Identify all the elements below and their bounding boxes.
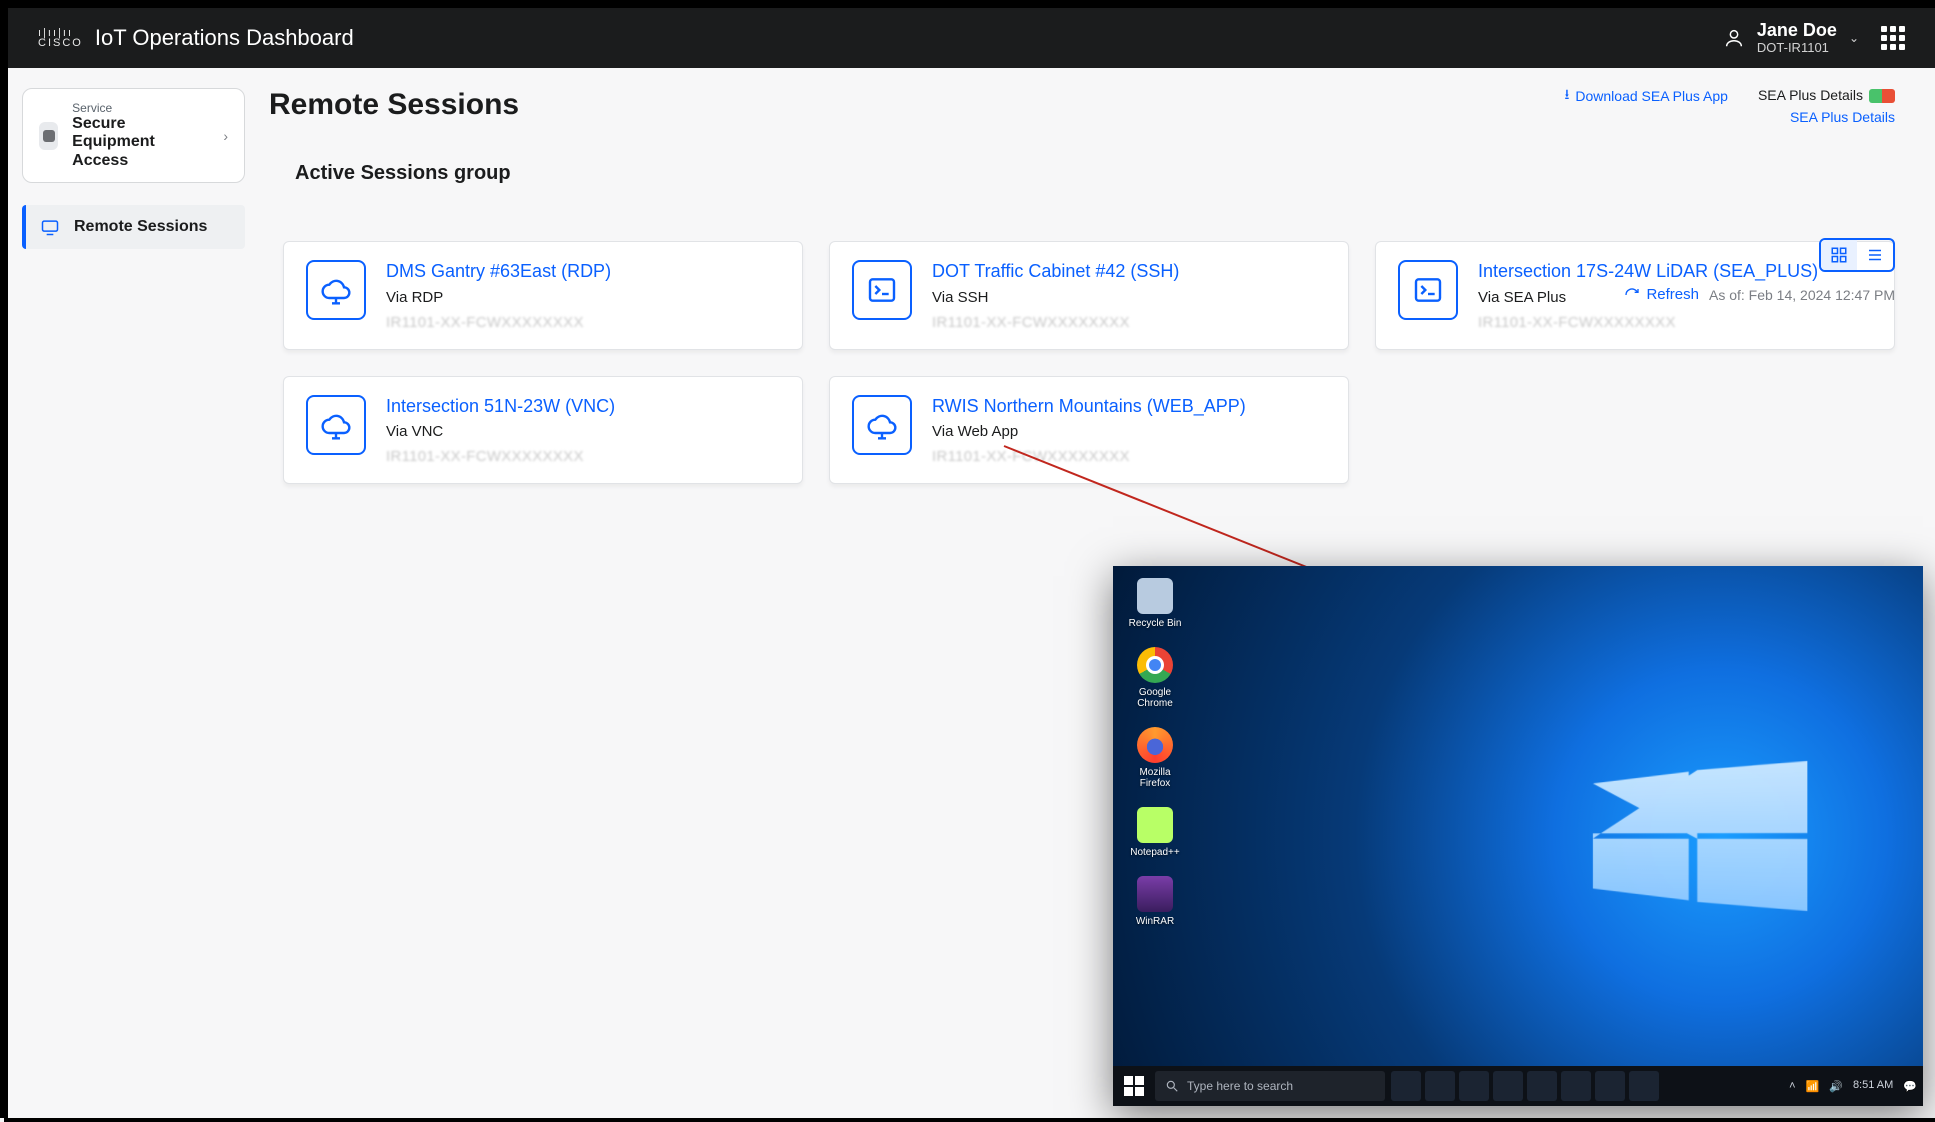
taskbar-pin[interactable] <box>1595 1071 1625 1101</box>
service-label: Service <box>72 101 209 115</box>
view-toggle <box>1819 238 1895 272</box>
session-type-icon <box>306 260 366 320</box>
desktop-icon-label: Notepad++ <box>1130 847 1180 858</box>
grid-view-button[interactable] <box>1821 240 1857 270</box>
refresh-icon <box>1624 287 1640 303</box>
session-via: Via SSH <box>932 289 1179 306</box>
list-view-button[interactable] <box>1857 240 1893 270</box>
desktop-icon-label: Google Chrome <box>1125 687 1185 709</box>
chevron-right-icon: › <box>223 128 228 144</box>
tray-notifications-icon[interactable]: 💬 <box>1903 1080 1917 1093</box>
session-via: Via VNC <box>386 423 615 440</box>
session-card[interactable]: DOT Traffic Cabinet #42 (SSH) Via SSH IR11… <box>829 241 1349 350</box>
session-id: IR1101-XX-FCWXXXXXXXX <box>1478 314 1818 331</box>
tray-caret-icon: ˄ <box>1789 1080 1795 1092</box>
desktop-app-icon <box>1137 876 1173 912</box>
session-title[interactable]: Intersection 51N-23W (VNC) <box>386 395 615 418</box>
user-menu[interactable]: Jane Doe DOT-IR1101 ⌄ <box>1723 20 1859 56</box>
session-id: IR1101-XX-FCWXXXXXXXX <box>386 448 615 465</box>
download-sea-plus-link[interactable]: ⭳ Download SEA Plus App <box>1564 84 1727 108</box>
timestamp: As of: Feb 14, 2024 12:47 PM <box>1709 287 1895 303</box>
top-bar: ı|ıı|ııCISCO IoT Operations Dashboard Ja… <box>8 8 1935 68</box>
sidebar-item-remote-sessions[interactable]: Remote Sessions <box>22 205 245 249</box>
desktop-icon-label: WinRAR <box>1136 916 1174 927</box>
taskbar-pin[interactable] <box>1629 1071 1659 1101</box>
taskbar-search[interactable]: Type here to search <box>1155 1071 1385 1101</box>
session-card[interactable]: RWIS Northern Mountains (WEB_APP) Via Web… <box>829 376 1349 485</box>
session-title[interactable]: Intersection 17S-24W LiDAR (SEA_PLUS) <box>1478 260 1818 283</box>
session-title[interactable]: DOT Traffic Cabinet #42 (SSH) <box>932 260 1179 283</box>
cisco-logo: ı|ıı|ııCISCO <box>38 28 83 48</box>
desktop-icon-label: Mozilla Firefox <box>1125 767 1185 789</box>
sidebar: Service Secure Equipment Access › Remote… <box>8 68 259 1118</box>
user-org: DOT-IR1101 <box>1757 41 1837 56</box>
session-id: IR1101-XX-FCWXXXXXXXX <box>932 448 1246 465</box>
nav-label: Remote Sessions <box>74 218 207 236</box>
sea-plus-details-2[interactable]: SEA Plus Details <box>1758 106 1895 128</box>
session-type-icon <box>306 395 366 455</box>
service-icon <box>39 122 58 150</box>
taskbar-pin[interactable] <box>1561 1071 1591 1101</box>
taskbar: Type here to search ˄ 📶 🔊 <box>1113 1066 1923 1106</box>
service-name: Secure Equipment Access <box>72 115 209 170</box>
tray-network-icon: 📶 <box>1806 1080 1820 1093</box>
session-title[interactable]: RWIS Northern Mountains (WEB_APP) <box>932 395 1246 418</box>
desktop-icon[interactable]: Mozilla Firefox <box>1125 727 1185 789</box>
session-card[interactable]: DMS Gantry #63East (RDP) Via RDP IR1101-XX… <box>283 241 803 350</box>
taskbar-pin[interactable] <box>1493 1071 1523 1101</box>
desktop-app-icon <box>1137 647 1173 683</box>
desktop-icon-label: Recycle Bin <box>1129 618 1182 629</box>
toolbar: ⭳ Download SEA Plus App SEA Plus Details… <box>1564 84 1895 129</box>
session-id: IR1101-XX-FCWXXXXXXXX <box>932 314 1179 331</box>
desktop-icons: Recycle Bin Google Chrome Mozilla Firefox N… <box>1125 578 1185 927</box>
remote-desktop-window[interactable]: Recycle Bin Google Chrome Mozilla Firefox N… <box>1113 566 1923 1106</box>
desktop-icon[interactable]: Notepad++ <box>1125 807 1185 858</box>
download-label: Download SEA Plus App <box>1575 88 1728 104</box>
taskbar-clock[interactable]: 8:51 AM <box>1853 1080 1893 1092</box>
service-selector[interactable]: Service Secure Equipment Access › <box>22 88 245 183</box>
desktop-app-icon <box>1137 807 1173 843</box>
desktop-icon[interactable]: WinRAR <box>1125 876 1185 927</box>
section-title: Active Sessions group <box>295 162 1895 185</box>
search-icon <box>1165 1079 1179 1093</box>
taskbar-pin[interactable] <box>1425 1071 1455 1101</box>
taskbar-pin[interactable] <box>1391 1071 1421 1101</box>
session-type-icon <box>852 395 912 455</box>
desktop-icon[interactable]: Recycle Bin <box>1125 578 1185 629</box>
taskbar-pinned <box>1391 1071 1659 1101</box>
content: Remote Sessions ⭳ Download SEA Plus App … <box>259 68 1935 1118</box>
sessions-icon <box>40 217 60 237</box>
session-via: Via RDP <box>386 289 611 306</box>
desktop-icon[interactable]: Google Chrome <box>1125 647 1185 709</box>
user-name: Jane Doe <box>1757 20 1837 41</box>
search-placeholder: Type here to search <box>1187 1079 1293 1093</box>
session-type-icon <box>852 260 912 320</box>
sea-plus-details-1[interactable]: SEA Plus Details <box>1758 84 1895 106</box>
session-id: IR1101-XX-FCWXXXXXXXX <box>386 314 611 331</box>
app-title: IoT Operations Dashboard <box>95 25 354 51</box>
session-cards: DMS Gantry #63East (RDP) Via RDP IR1101-XX… <box>283 241 1895 484</box>
desktop-app-icon <box>1137 727 1173 763</box>
session-card[interactable]: Intersection 51N-23W (VNC) Via VNC IR1101-… <box>283 376 803 485</box>
desktop-app-icon <box>1137 578 1173 614</box>
app-launcher-icon[interactable] <box>1881 26 1905 50</box>
taskbar-pin[interactable] <box>1459 1071 1489 1101</box>
chevron-down-icon: ⌄ <box>1849 31 1859 45</box>
system-tray[interactable]: ˄ 📶 🔊 8:51 AM 💬 <box>1789 1080 1917 1093</box>
session-via: Via Web App <box>932 423 1246 440</box>
status-meter-icon <box>1869 89 1895 103</box>
download-icon: ⭳ <box>1564 84 1569 108</box>
tray-volume-icon: 🔊 <box>1829 1080 1843 1093</box>
refresh-button[interactable]: Refresh <box>1624 286 1699 303</box>
user-icon <box>1723 27 1745 49</box>
taskbar-pin[interactable] <box>1527 1071 1557 1101</box>
session-type-icon <box>1398 260 1458 320</box>
start-button[interactable] <box>1119 1071 1149 1101</box>
session-title[interactable]: DMS Gantry #63East (RDP) <box>386 260 611 283</box>
